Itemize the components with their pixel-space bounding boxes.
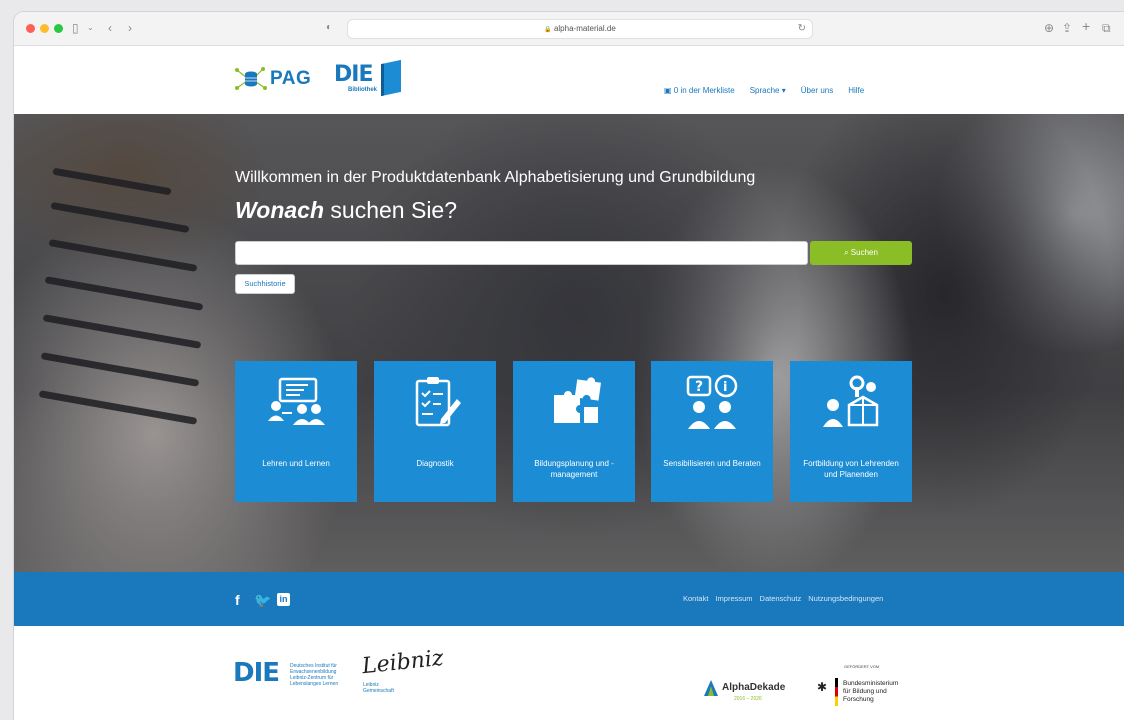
- main-nav: ▣ 0 in der Merkliste Sprache ▾ Über uns …: [664, 86, 864, 95]
- new-tab-icon[interactable]: +: [1082, 19, 1090, 33]
- book-icon: [381, 59, 401, 97]
- back-icon[interactable]: ‹: [108, 21, 112, 35]
- search-history-button[interactable]: Suchhistorie: [235, 274, 295, 294]
- tab-overview-icon[interactable]: ⧉: [1102, 21, 1111, 35]
- question-info-icon: ? i: [686, 374, 738, 429]
- die-partner-text: Deutsches Institut für Erwachsenenbildun…: [290, 663, 339, 687]
- browser-window: ▯ ⌄ ‹ › ◐ 🔒 alpha-material.de ↻ ⊕ ⇪ + ⧉: [14, 12, 1124, 720]
- die-bibliothek-logo[interactable]: DIE Bibliothek: [334, 59, 406, 98]
- tile-label: Fortbildung von Lehrenden und Planenden: [803, 459, 899, 479]
- forward-icon[interactable]: ›: [128, 21, 132, 35]
- browser-toolbar: ▯ ⌄ ‹ › ◐ 🔒 alpha-material.de ↻ ⊕ ⇪ + ⧉: [14, 12, 1124, 46]
- minimize-window-button[interactable]: [40, 24, 49, 33]
- sidebar-toggle-icon[interactable]: ▯: [72, 21, 79, 35]
- category-tile-fortbildung[interactable]: Fortbildung von Lehrenden und Planenden: [790, 361, 912, 502]
- search-input[interactable]: [235, 241, 808, 265]
- merkliste-link[interactable]: ▣ 0 in der Merkliste: [664, 86, 735, 95]
- footer-link-nutzungsbedingungen[interactable]: Nutzungsbedingungen: [808, 594, 883, 603]
- address-bar[interactable]: 🔒 alpha-material.de ↻: [347, 19, 813, 39]
- search-button[interactable]: ⌕ Suchen: [810, 241, 912, 265]
- alphadekade-years: 2016 – 2026: [734, 696, 762, 702]
- footer-bar: f 🐦 in Kontakt Impressum Datenschutz Nut…: [14, 572, 1124, 626]
- privacy-shield-icon[interactable]: ◐: [326, 21, 332, 35]
- language-dropdown[interactable]: Sprache ▾: [750, 86, 786, 95]
- svg-text:i: i: [723, 380, 727, 395]
- tile-label: Lehren und Lernen: [262, 459, 330, 468]
- reload-icon[interactable]: ↻: [798, 20, 806, 38]
- die-logo-sub: Bibliothek: [348, 87, 378, 93]
- about-link[interactable]: Über uns: [801, 86, 833, 95]
- hero-subtitle: Wonach suchen Sie?: [235, 197, 457, 224]
- hero-section: Willkommen in der Produktdatenbank Alpha…: [14, 114, 1124, 572]
- pag-logo-text[interactable]: PAG: [270, 68, 311, 90]
- footer-link-kontakt[interactable]: Kontakt: [683, 594, 708, 603]
- briefcase-icon: ▣: [664, 86, 674, 95]
- close-window-button[interactable]: [26, 24, 35, 33]
- hero-title: Willkommen in der Produktdatenbank Alpha…: [235, 169, 756, 186]
- search-button-label: Suchen: [850, 248, 878, 257]
- chevron-down-icon[interactable]: ⌄: [87, 21, 94, 35]
- tile-label: Sensibilisieren und Beraten: [663, 459, 761, 468]
- leibniz-sub: Leibniz Gemeinschaft: [363, 682, 394, 694]
- partner-logos: DIE Deutsches Institut für Erwachsenenbi…: [14, 626, 1124, 720]
- zoom-window-button[interactable]: [54, 24, 63, 33]
- tile-label: Bildungsplanung und -management: [534, 459, 614, 479]
- svg-text:?: ?: [695, 379, 703, 395]
- teaching-icon: [268, 377, 325, 425]
- site-header: PAG DIE Bibliothek ▣ 0 in der Merkliste …: [14, 46, 1124, 114]
- hero-subtitle-bold: Wonach: [235, 197, 325, 223]
- alphadekade-icon: [704, 680, 718, 696]
- footer-link-impressum[interactable]: Impressum: [715, 594, 752, 603]
- flag-bar: [835, 678, 838, 706]
- toolbox-icon: [823, 375, 879, 427]
- leibniz-logo[interactable]: Leibniz: [361, 646, 445, 679]
- footer-link-datenschutz[interactable]: Datenschutz: [760, 594, 802, 603]
- download-icon[interactable]: ⊕: [1044, 21, 1054, 35]
- hero-subtitle-rest: suchen Sie?: [324, 197, 458, 223]
- category-tile-lehren[interactable]: Lehren und Lernen: [235, 361, 357, 502]
- twitter-icon[interactable]: 🐦: [254, 592, 271, 609]
- die-partner-logo[interactable]: DIE: [233, 658, 280, 688]
- help-link[interactable]: Hilfe: [848, 86, 864, 95]
- alphadekade-logo[interactable]: AlphaDekade: [722, 682, 785, 693]
- share-icon[interactable]: ⇪: [1062, 21, 1072, 35]
- clipboard-icon: [415, 377, 461, 427]
- lock-icon: 🔒: [544, 27, 552, 33]
- tile-label: Diagnostik: [416, 459, 454, 468]
- eagle-icon: ✱: [817, 680, 828, 694]
- linkedin-icon[interactable]: in: [277, 593, 290, 606]
- merkliste-label: 0 in der Merkliste: [673, 86, 735, 95]
- bmbf-logo[interactable]: Bundesministerium für Bildung und Forsch…: [843, 680, 905, 704]
- footer-links: Kontakt Impressum Datenschutz Nutzungsbe…: [683, 594, 883, 603]
- category-tile-bildungsplanung[interactable]: Bildungsplanung und -management: [513, 361, 635, 502]
- url-text: alpha-material.de: [553, 24, 616, 33]
- gefoerdert-label: GEFÖRDERT VOM: [844, 664, 880, 669]
- category-tile-sensibilisieren[interactable]: ? i Sensibilisieren und Beraten: [651, 361, 773, 502]
- puzzle-icon: [554, 377, 601, 423]
- category-tile-diagnostik[interactable]: Diagnostik: [374, 361, 496, 502]
- search-icon: ⌕: [844, 248, 851, 257]
- facebook-icon[interactable]: f: [235, 592, 240, 608]
- die-logo-text: DIE: [334, 62, 373, 87]
